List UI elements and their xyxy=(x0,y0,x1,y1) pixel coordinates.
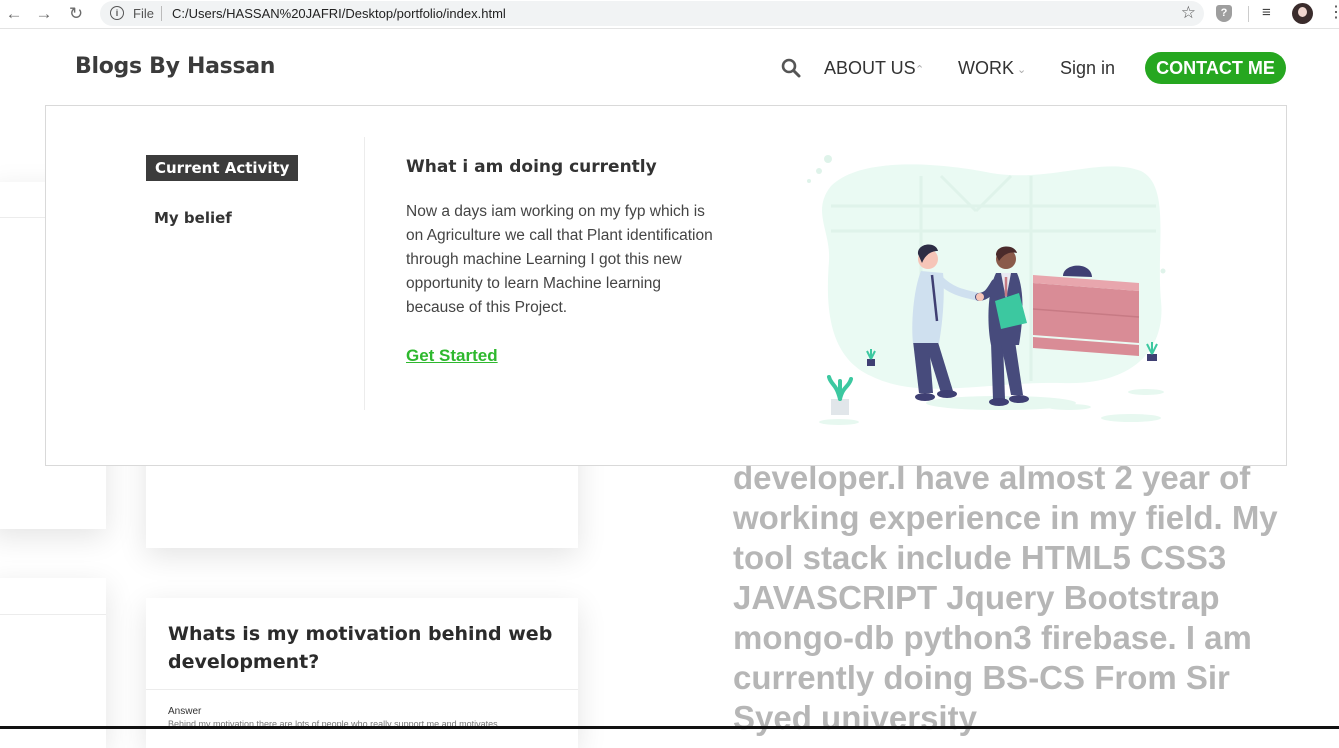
nav-work[interactable]: WORK xyxy=(958,58,1014,79)
about-paragraph: developer.I have almost 2 year of workin… xyxy=(733,459,1278,736)
omnibox-separator xyxy=(161,6,162,21)
file-label: File xyxy=(133,6,154,21)
site-brand[interactable]: Blogs By Hassan xyxy=(75,54,275,79)
search-icon[interactable] xyxy=(781,58,801,78)
chevron-up-icon: ⌃ xyxy=(915,64,925,76)
handshake-illustration xyxy=(807,155,1166,425)
answer-label: Answer xyxy=(168,706,202,717)
card-divider xyxy=(146,689,578,690)
url-text[interactable]: C:/Users/HASSAN%20JAFRI/Desktop/portfoli… xyxy=(172,6,506,21)
arrow-right-icon[interactable]: → xyxy=(33,3,55,25)
address-bar[interactable]: i File C:/Users/HASSAN%20JAFRI/Desktop/p… xyxy=(100,1,1204,26)
browser-toolbar: ← → ↻ i File C:/Users/HASSAN%20JAFRI/Des… xyxy=(0,0,1339,29)
nav-about-us[interactable]: ABOUT US xyxy=(824,58,916,79)
panel-divider xyxy=(364,137,365,410)
profile-avatar[interactable] xyxy=(1292,3,1313,24)
toolbar-separator xyxy=(1248,6,1249,22)
get-started-link[interactable]: Get Started xyxy=(406,346,498,366)
kebab-menu-icon[interactable]: ⋮ xyxy=(1328,3,1339,23)
about-dropdown-panel: Current Activity My belief What i am doi… xyxy=(45,105,1287,466)
info-icon[interactable]: i xyxy=(110,6,124,20)
card-divider xyxy=(0,614,106,615)
contact-me-button[interactable]: CONTACT ME xyxy=(1145,52,1286,84)
tab-my-belief[interactable]: My belief xyxy=(154,209,232,227)
nav-sign-in[interactable]: Sign in xyxy=(1060,58,1115,79)
panel-body: Now a days iam working on my fyp which i… xyxy=(406,203,713,316)
arrow-left-icon[interactable]: ← xyxy=(3,3,25,25)
extension-shield-icon[interactable]: ? xyxy=(1216,5,1232,22)
panel-title: What i am doing currently xyxy=(406,157,657,177)
star-icon[interactable]: ☆ xyxy=(1181,3,1196,23)
chevron-down-icon: ⌄ xyxy=(1017,64,1027,76)
avatar-face xyxy=(1298,7,1307,17)
reload-icon[interactable]: ↻ xyxy=(65,3,87,25)
background-card-left-bottom xyxy=(0,578,106,748)
media-queue-icon[interactable]: ≡ xyxy=(1262,4,1271,21)
tab-current-activity[interactable]: Current Activity xyxy=(146,155,299,181)
motivation-card-title: Whats is my motivation behind web develo… xyxy=(168,623,553,673)
